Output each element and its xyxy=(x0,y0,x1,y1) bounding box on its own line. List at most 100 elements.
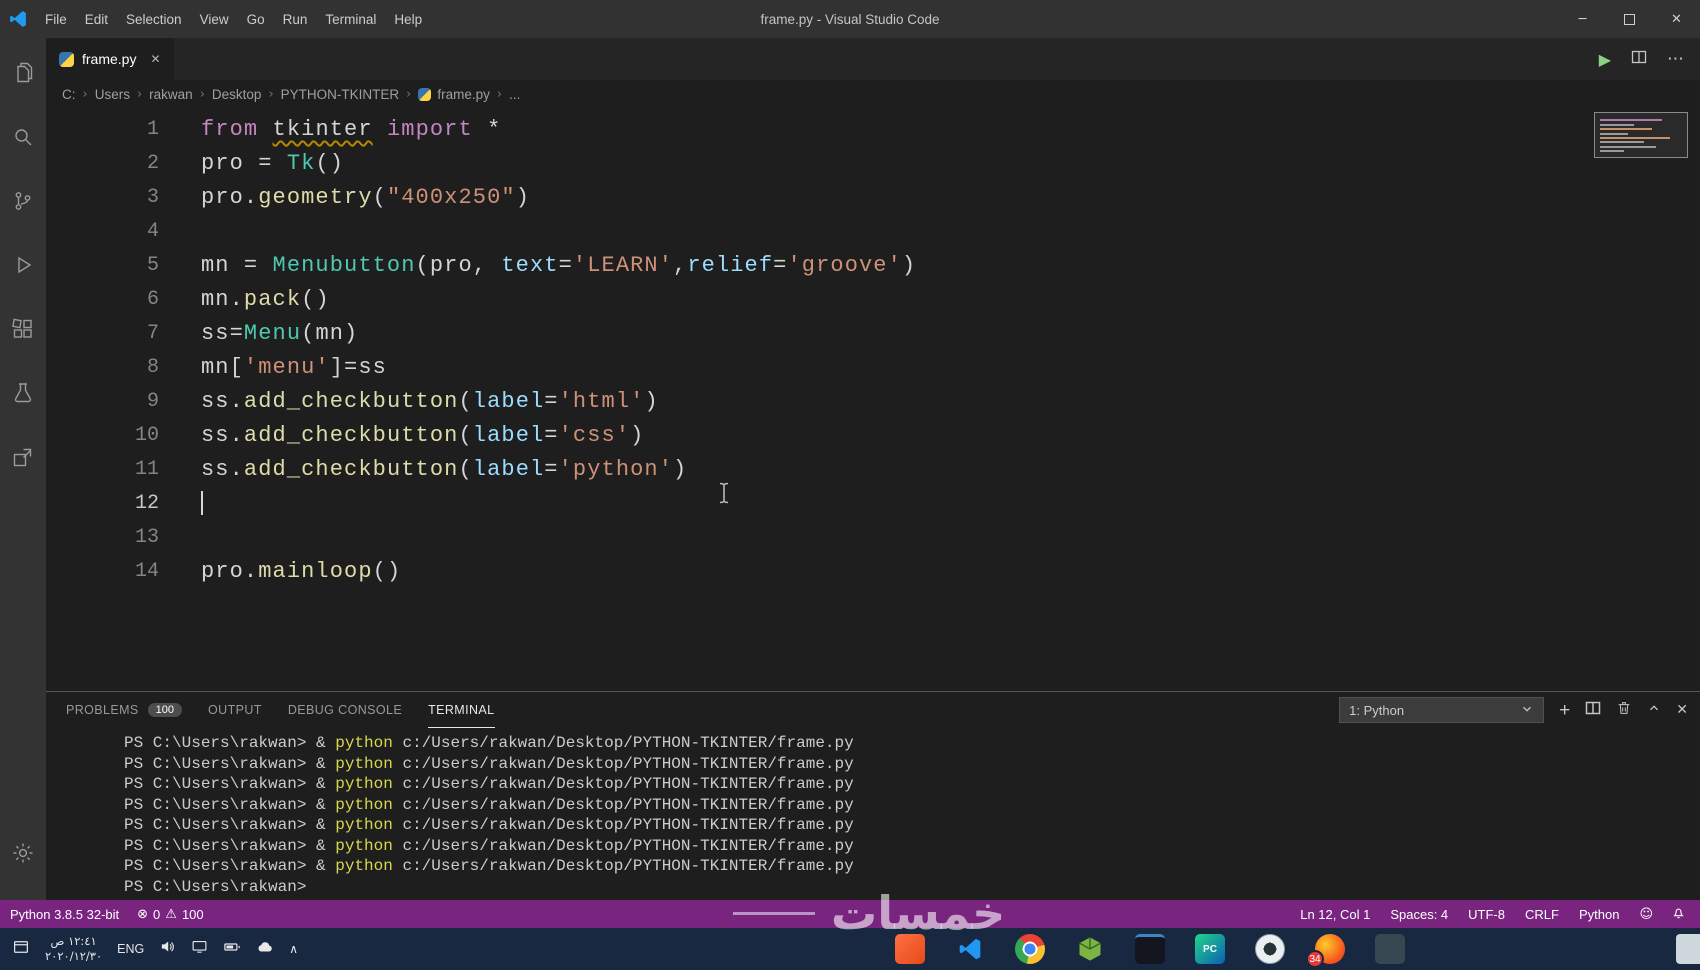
taskbar-camera-icon[interactable] xyxy=(1255,934,1285,964)
problems-status[interactable]: ⊗ 0 ⚠ 100 xyxy=(137,907,204,922)
code-line-10[interactable]: 10 ss.add_checkbutton(label='css') xyxy=(46,419,1700,453)
taskbar-browser-icon[interactable]: 34 xyxy=(1306,934,1345,968)
language-indicator[interactable]: ENG xyxy=(117,942,144,956)
split-terminal-button[interactable] xyxy=(1585,700,1601,721)
volume-icon[interactable] xyxy=(159,938,176,960)
clock-time: ١٢:٤١ ص xyxy=(50,934,97,949)
window-controls: ─ ✕ xyxy=(1559,0,1700,38)
code-line-12[interactable]: 12 xyxy=(46,487,1700,521)
feedback-button[interactable]: ☺ xyxy=(1639,907,1653,922)
display-icon[interactable] xyxy=(191,938,208,960)
split-editor-button[interactable] xyxy=(1631,49,1647,70)
code-line-2[interactable]: 2 pro = Tk() xyxy=(46,147,1700,181)
taskbar-green-cube-icon[interactable] xyxy=(1075,934,1105,964)
language-mode[interactable]: Python xyxy=(1579,907,1619,922)
code-line-11[interactable]: 11 ss.add_checkbutton(label='python') xyxy=(46,453,1700,487)
breadcrumb-item[interactable]: PYTHON-TKINTER xyxy=(281,87,400,102)
cloud-icon[interactable] xyxy=(256,938,274,961)
code-line-1[interactable]: 1 from tkinter import * xyxy=(46,113,1700,147)
run-debug-icon[interactable] xyxy=(0,240,46,290)
breadcrumb-item[interactable]: Desktop xyxy=(212,87,262,102)
code-editor[interactable]: 1 from tkinter import * 2 pro = Tk() 3 pro.ge… xyxy=(46,108,1700,691)
taskbar-orange-app-icon[interactable] xyxy=(895,934,925,964)
code-line-3[interactable]: 3 pro.geometry("400x250") xyxy=(46,181,1700,215)
taskbar-vscode-icon[interactable] xyxy=(955,934,985,964)
code-line-9[interactable]: 9 ss.add_checkbutton(label='html') xyxy=(46,385,1700,419)
breadcrumb-separator: › xyxy=(406,86,412,102)
breadcrumb-item[interactable]: ... xyxy=(509,87,520,102)
title-bar: File Edit Selection View Go Run Terminal Help f… xyxy=(0,0,1700,38)
code-line-13[interactable]: 13 xyxy=(46,521,1700,555)
taskbar-dark-app-icon[interactable] xyxy=(1375,934,1405,964)
taskbar-chrome-icon[interactable] xyxy=(1015,934,1045,964)
run-file-button[interactable]: ▶ xyxy=(1599,50,1611,69)
breadcrumb-item[interactable]: C: xyxy=(62,87,76,102)
editor-more-actions-button[interactable]: ⋯ xyxy=(1667,49,1684,69)
terminal-shell-selector[interactable]: 1: Python xyxy=(1339,697,1545,723)
minimize-button[interactable]: ─ xyxy=(1559,0,1606,38)
warning-icon: ⚠ xyxy=(165,906,177,922)
maximize-button[interactable] xyxy=(1606,0,1653,38)
tab-close-icon[interactable]: ✕ xyxy=(150,52,160,66)
tab-label: frame.py xyxy=(82,51,137,67)
maximize-panel-button[interactable] xyxy=(1647,701,1661,720)
menu-selection[interactable]: Selection xyxy=(117,12,191,27)
new-terminal-button[interactable]: + xyxy=(1559,701,1570,720)
search-icon[interactable] xyxy=(0,112,46,162)
breadcrumb-item[interactable]: frame.py xyxy=(418,87,490,102)
line-number: 2 xyxy=(146,152,159,175)
panel-tab-debug-console[interactable]: DEBUG CONSOLE xyxy=(288,692,402,728)
remote-icon[interactable] xyxy=(0,432,46,482)
editor-group: frame.py ✕ ▶ ⋯ C: › Users › rakwan › Desktop › P… xyxy=(46,38,1700,900)
menu-terminal[interactable]: Terminal xyxy=(316,12,385,27)
menu-go[interactable]: Go xyxy=(238,12,274,27)
battery-icon[interactable] xyxy=(223,938,241,961)
terminal-output[interactable]: PS C:\Users\rakwan> & python c:/Users/ra… xyxy=(46,728,1700,900)
python-file-icon xyxy=(418,87,432,101)
code-line-5[interactable]: 5 mn = Menubutton(pro, text='LEARN',relie… xyxy=(46,249,1700,283)
chevron-down-icon xyxy=(1520,702,1534,719)
breadcrumb-item[interactable]: rakwan xyxy=(149,87,193,102)
kill-terminal-button[interactable] xyxy=(1616,700,1632,721)
menu-file[interactable]: File xyxy=(36,12,76,27)
menu-edit[interactable]: Edit xyxy=(76,12,117,27)
indentation[interactable]: Spaces: 4 xyxy=(1390,907,1448,922)
activity-bar xyxy=(0,38,46,900)
code-line-6[interactable]: 6 mn.pack() xyxy=(46,283,1700,317)
close-button[interactable]: ✕ xyxy=(1653,0,1700,38)
settings-gear-icon[interactable] xyxy=(0,828,46,878)
source-control-icon[interactable] xyxy=(0,176,46,226)
problems-badge: 100 xyxy=(147,703,183,717)
minimap[interactable] xyxy=(1594,112,1688,158)
encoding[interactable]: UTF-8 xyxy=(1468,907,1505,922)
taskbar-pycharm-icon[interactable]: PC xyxy=(1195,934,1225,964)
line-number: 1 xyxy=(146,118,159,141)
code-line-8[interactable]: 8 mn['menu']=ss xyxy=(46,351,1700,385)
menu-run[interactable]: Run xyxy=(274,12,317,27)
tab-frame-py[interactable]: frame.py ✕ xyxy=(46,38,174,80)
menu-help[interactable]: Help xyxy=(385,12,431,27)
tray-window-icon[interactable] xyxy=(12,938,30,961)
panel-tab-terminal[interactable]: TERMINAL xyxy=(428,692,495,728)
testing-icon[interactable] xyxy=(0,368,46,418)
system-tray: ١٢:٤١ ص ٢٠٢٠/١٢/٣٠ ENG ∧ xyxy=(0,934,298,964)
partial-app-icon[interactable] xyxy=(1676,934,1700,964)
code-line-7[interactable]: 7 ss=Menu(mn) xyxy=(46,317,1700,351)
breadcrumb-item[interactable]: Users xyxy=(95,87,130,102)
close-panel-button[interactable]: ✕ xyxy=(1676,702,1688,718)
clock[interactable]: ١٢:٤١ ص ٢٠٢٠/١٢/٣٠ xyxy=(45,934,102,964)
panel-tab-output[interactable]: OUTPUT xyxy=(208,692,262,728)
vscode-window: File Edit Selection View Go Run Terminal Help f… xyxy=(0,0,1700,970)
cursor-position[interactable]: Ln 12, Col 1 xyxy=(1300,907,1370,922)
eol[interactable]: CRLF xyxy=(1525,907,1559,922)
explorer-icon[interactable] xyxy=(0,48,46,98)
code-line-4[interactable]: 4 xyxy=(46,215,1700,249)
taskbar-console-icon[interactable] xyxy=(1135,934,1165,964)
code-line-14[interactable]: 14 pro.mainloop() xyxy=(46,555,1700,589)
python-interpreter[interactable]: Python 3.8.5 32-bit xyxy=(10,907,119,922)
tray-expand-icon[interactable]: ∧ xyxy=(289,942,298,956)
panel-tab-problems[interactable]: PROBLEMS 100 xyxy=(66,692,183,728)
notifications-button[interactable] xyxy=(1671,905,1686,923)
menu-view[interactable]: View xyxy=(191,12,238,27)
extensions-icon[interactable] xyxy=(0,304,46,354)
